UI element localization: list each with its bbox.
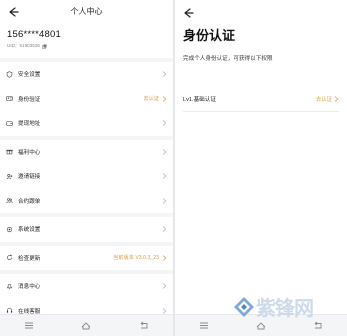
user-phone: 156****4801 xyxy=(7,29,61,40)
level-1-verification-row[interactable]: Lv1.基础认证 去认证 xyxy=(183,92,339,106)
chevron-right-icon xyxy=(162,226,167,233)
profile-screen: 个人中心 156****4801 UID：51903536 安全设置身份验证 去认… xyxy=(0,0,173,336)
home-icon[interactable] xyxy=(255,321,267,330)
page-title: 个人中心 xyxy=(70,7,103,16)
shield-icon xyxy=(6,71,13,78)
chevron-right-icon xyxy=(162,197,167,204)
identity-verification-screen: 身份认证 完成个人身份认证，可获得以下权限 Lv1.基础认证 去认证 xyxy=(175,0,347,336)
menu-item[interactable]: 邀请链接 xyxy=(0,164,173,189)
menu-icon[interactable] xyxy=(23,321,35,330)
menu-item-label: 福利中心 xyxy=(18,149,41,156)
wallet-icon xyxy=(6,121,13,126)
home-icon[interactable] xyxy=(80,321,92,330)
menu-item-label: 检查更新 xyxy=(18,255,41,262)
gear-icon xyxy=(6,226,13,232)
menu-item[interactable]: 身份验证 去认证 xyxy=(0,87,173,112)
menu-item-value: 去认证 xyxy=(143,96,159,103)
page-title: 身份认证 xyxy=(183,28,236,43)
page-subtitle: 完成个人身份认证，可获得以下权限 xyxy=(183,56,273,62)
back-nav-icon[interactable] xyxy=(312,321,324,330)
menu-item[interactable]: 福利中心 xyxy=(0,140,173,165)
chevron-right-icon xyxy=(162,173,167,180)
menu-item[interactable]: 合约跟单 xyxy=(0,189,173,214)
copy-icon[interactable] xyxy=(42,44,47,49)
menu-item-label: 消息中心 xyxy=(18,284,41,291)
chevron-right-icon xyxy=(162,71,167,78)
menu-item[interactable]: 提现地址 xyxy=(0,111,173,136)
menu-group: 检查更新 当前版本 V3.0.3_23 xyxy=(0,245,173,271)
menu-item-value: 当前版本 V3.0.3_23 xyxy=(113,255,159,262)
menu-item-label: 合约跟单 xyxy=(18,198,41,205)
chevron-right-icon xyxy=(162,120,167,127)
menu-item-label: 邀请链接 xyxy=(18,174,41,181)
menu-icon[interactable] xyxy=(198,321,210,330)
back-nav-icon[interactable] xyxy=(138,321,150,330)
row-divider xyxy=(183,111,339,112)
contract-icon xyxy=(6,198,13,204)
menu-item-label: 提现地址 xyxy=(18,121,41,128)
watermark: 紫锋网 xyxy=(233,292,314,321)
refresh-icon xyxy=(7,254,13,261)
menu-item-label: 系统设置 xyxy=(18,227,41,234)
id-card-icon xyxy=(6,96,13,102)
menu-item[interactable]: 消息中心 xyxy=(0,274,173,299)
verify-link[interactable]: 去认证 xyxy=(316,95,332,103)
menu-item-label: 身份验证 xyxy=(18,96,41,103)
menu-item-label: 安全设置 xyxy=(18,72,41,79)
level-label: Lv1.基础认证 xyxy=(183,97,216,103)
system-nav-bar xyxy=(0,314,173,336)
chevron-right-icon xyxy=(162,95,167,102)
menu-item[interactable]: 检查更新 当前版本 V3.0.3_23 xyxy=(0,246,173,271)
menu-group: 系统设置 xyxy=(0,217,173,242)
user-card: 156****4801 UID：51903536 xyxy=(0,24,173,58)
menu-groups: 安全设置身份验证 去认证提现地址福利中心邀请链接合约跟单系统设置检查更新 当前版本 … xyxy=(0,62,173,336)
watermark-text: 紫锋网 xyxy=(256,296,314,320)
chevron-right-icon xyxy=(334,96,339,102)
app-bar: 个人中心 xyxy=(0,0,173,24)
bell-icon xyxy=(6,283,13,289)
user-uid: UID：51903536 xyxy=(7,43,40,48)
chevron-right-icon xyxy=(162,254,167,261)
menu-item[interactable]: 系统设置 xyxy=(0,217,173,242)
chevron-right-icon xyxy=(162,283,167,290)
chevron-right-icon xyxy=(162,148,167,155)
invite-icon xyxy=(6,173,13,179)
back-arrow-icon[interactable] xyxy=(181,6,195,20)
menu-group: 福利中心邀请链接合约跟单 xyxy=(0,139,173,214)
chevron-right-icon xyxy=(162,307,167,314)
menu-item[interactable]: 安全设置 xyxy=(0,62,173,87)
watermark-logo-icon xyxy=(234,296,254,317)
menu-group: 安全设置身份验证 去认证提现地址 xyxy=(0,62,173,136)
gift-icon xyxy=(6,150,13,155)
